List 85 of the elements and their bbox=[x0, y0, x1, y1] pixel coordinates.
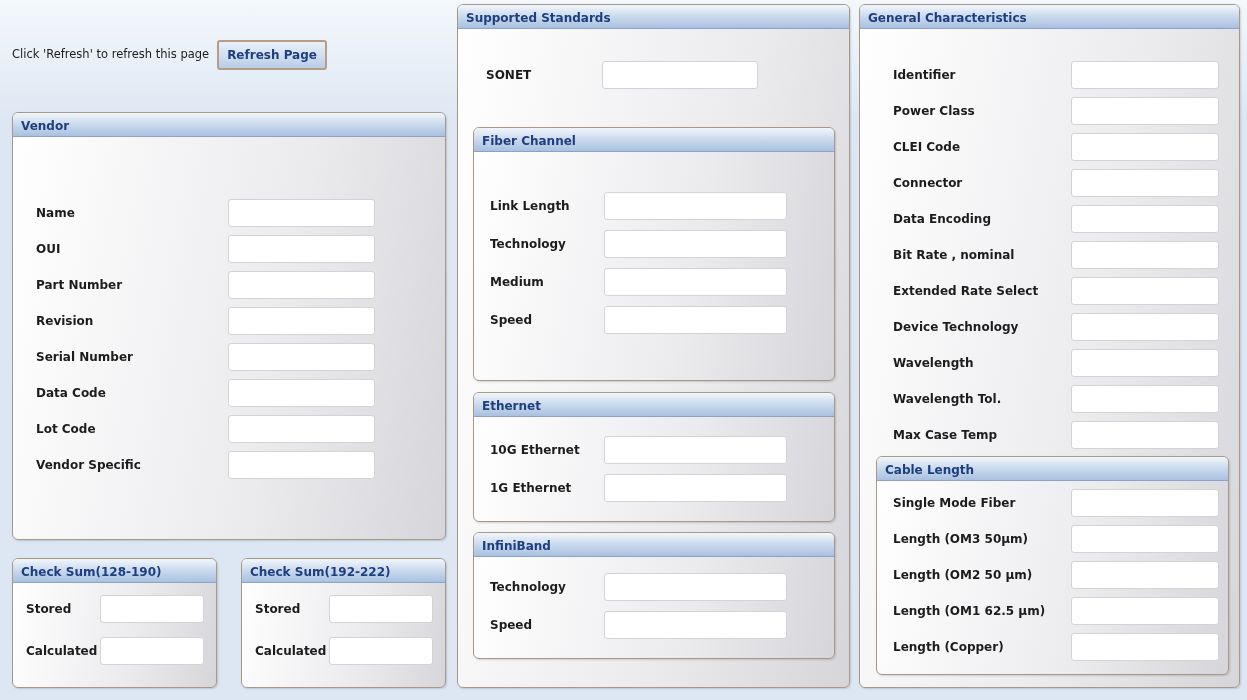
field-label: Extended Rate Select bbox=[893, 283, 1040, 300]
input-field[interactable] bbox=[228, 307, 375, 335]
panel-title: Supported Standards bbox=[458, 5, 849, 29]
input-field[interactable] bbox=[228, 451, 375, 479]
field-label: Stored bbox=[26, 601, 73, 618]
field-label: Revision bbox=[36, 313, 95, 330]
input-field[interactable] bbox=[1071, 313, 1219, 341]
input-field[interactable] bbox=[1071, 349, 1219, 377]
field-label: Data Encoding bbox=[893, 211, 992, 228]
field-label: Single Mode Fiber bbox=[893, 495, 1017, 512]
input-field[interactable] bbox=[1071, 633, 1219, 661]
field-label: Speed bbox=[490, 617, 534, 634]
input-field[interactable] bbox=[604, 230, 787, 258]
input-field[interactable] bbox=[228, 415, 375, 443]
input-field[interactable] bbox=[604, 573, 787, 601]
field-label: Max Case Temp bbox=[893, 427, 999, 444]
field-label: Wavelength Tol. bbox=[893, 391, 1003, 408]
input-field[interactable] bbox=[604, 474, 787, 502]
input-field[interactable] bbox=[100, 637, 204, 665]
field-label: Wavelength bbox=[893, 355, 975, 372]
field-label: Calculated bbox=[255, 643, 328, 660]
field-label: Calculated bbox=[26, 643, 99, 660]
field-label: Link Length bbox=[490, 198, 571, 215]
input-field[interactable] bbox=[604, 611, 787, 639]
input-field[interactable] bbox=[604, 268, 787, 296]
input-field[interactable] bbox=[1071, 205, 1219, 233]
field-label: Length (OM3 50µm) bbox=[893, 531, 1030, 548]
field-label: Stored bbox=[255, 601, 302, 618]
field-label: Length (Copper) bbox=[893, 639, 1005, 656]
field-label: Lot Code bbox=[36, 421, 97, 438]
input-field[interactable] bbox=[1071, 489, 1219, 517]
input-field[interactable] bbox=[329, 595, 433, 623]
panel-title: General Characteristics bbox=[860, 5, 1239, 29]
panel-title: Cable Length bbox=[877, 457, 1228, 481]
field-label: Length (OM2 50 µm) bbox=[893, 567, 1034, 584]
field-label: 1G Ethernet bbox=[490, 480, 573, 497]
input-field[interactable] bbox=[1071, 421, 1219, 449]
panel-title: Vendor bbox=[13, 113, 445, 137]
field-label: 10G Ethernet bbox=[490, 442, 581, 459]
field-label: Technology bbox=[490, 579, 567, 596]
field-label: Vendor Specific bbox=[36, 457, 142, 474]
field-label: Data Code bbox=[36, 385, 107, 402]
field-label: Serial Number bbox=[36, 349, 134, 366]
input-field[interactable] bbox=[1071, 97, 1219, 125]
field-label: Connector bbox=[893, 175, 964, 192]
input-field[interactable] bbox=[1071, 525, 1219, 553]
field-label: Identifier bbox=[893, 67, 957, 84]
input-field[interactable] bbox=[1071, 385, 1219, 413]
panel-title: InfiniBand bbox=[474, 533, 834, 557]
input-field[interactable] bbox=[228, 343, 375, 371]
input-field[interactable] bbox=[228, 235, 375, 263]
field-label: Name bbox=[36, 205, 76, 222]
field-label: Part Number bbox=[36, 277, 124, 294]
input-field[interactable] bbox=[228, 199, 375, 227]
field-label: OUI bbox=[36, 241, 62, 258]
input-field[interactable] bbox=[1071, 597, 1219, 625]
input-field[interactable] bbox=[604, 436, 787, 464]
input-field[interactable] bbox=[1071, 277, 1219, 305]
panel-title: Fiber Channel bbox=[474, 128, 834, 152]
field-label: CLEI Code bbox=[893, 139, 962, 156]
input-field[interactable] bbox=[329, 637, 433, 665]
field-label: Device Technology bbox=[893, 319, 1020, 336]
input-field[interactable] bbox=[1071, 241, 1219, 269]
input-field[interactable] bbox=[602, 61, 758, 89]
input-field[interactable] bbox=[228, 379, 375, 407]
input-field[interactable] bbox=[604, 306, 787, 334]
input-field[interactable] bbox=[1071, 61, 1219, 89]
refresh-page-button[interactable]: Refresh Page bbox=[217, 40, 327, 70]
panel-title: Ethernet bbox=[474, 393, 834, 417]
input-field[interactable] bbox=[100, 595, 204, 623]
field-label: Length (OM1 62.5 µm) bbox=[893, 603, 1047, 620]
panel-title: Check Sum(192-222) bbox=[242, 559, 445, 583]
input-field[interactable] bbox=[1071, 561, 1219, 589]
field-label: SONET bbox=[486, 67, 533, 84]
input-field[interactable] bbox=[228, 271, 375, 299]
field-label: Speed bbox=[490, 312, 534, 329]
input-field[interactable] bbox=[1071, 169, 1219, 197]
field-label: Medium bbox=[490, 274, 545, 291]
field-label: Technology bbox=[490, 236, 567, 253]
field-label: Bit Rate , nominal bbox=[893, 247, 1016, 264]
field-label: Power Class bbox=[893, 103, 976, 120]
panel-title: Check Sum(128-190) bbox=[13, 559, 216, 583]
refresh-instruction: Click 'Refresh' to refresh this page bbox=[12, 46, 210, 64]
input-field[interactable] bbox=[604, 192, 787, 220]
input-field[interactable] bbox=[1071, 133, 1219, 161]
